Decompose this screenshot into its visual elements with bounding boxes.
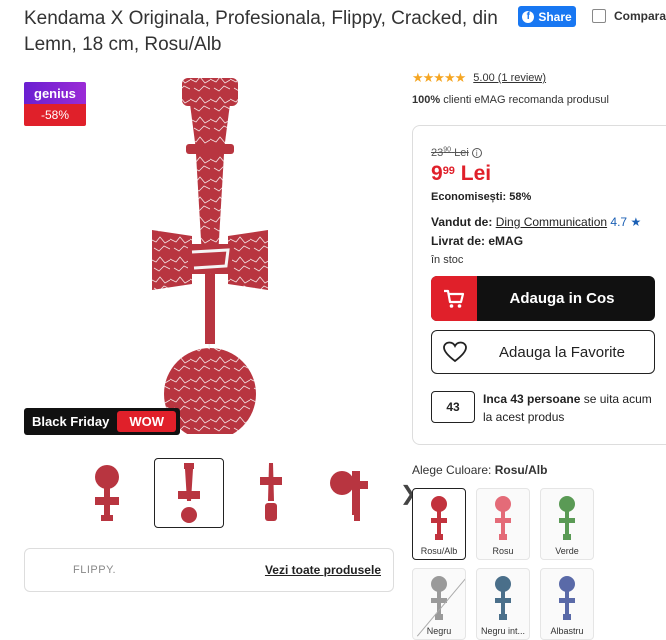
stock-status: în stoc — [431, 254, 464, 266]
reviews-link[interactable]: 5.00 (1 review) — [473, 72, 546, 84]
color-swatches: Rosu/Alb Rosu Verde Negru Negru int... A… — [412, 488, 594, 640]
recommend-percent: 100% — [412, 94, 441, 106]
old-price-int: 23 — [431, 146, 444, 159]
compare-label: Compara — [614, 9, 666, 23]
savings-text: Economisești: 58% — [431, 191, 532, 203]
swatch-kendama-image — [559, 575, 575, 620]
thumbnail-strip: ❯ — [72, 458, 417, 528]
recommend-text: 100% clienti eMAG recomanda produsul — [412, 94, 609, 106]
swatch-label: Negru — [426, 626, 452, 636]
selected-color: Rosu/Alb — [494, 463, 548, 477]
add-to-cart-button[interactable]: Adauga in Cos — [431, 276, 655, 321]
swatch-kendama-image — [431, 495, 447, 540]
brand-logo: FLIPPY. — [73, 564, 117, 576]
old-price-dec: 90 — [443, 146, 452, 153]
discount-percent: -58% — [24, 104, 86, 126]
cart-icon — [431, 276, 477, 321]
brand-box: FLIPPY. Vezi toate produsele — [24, 548, 394, 592]
sold-by-label: Vandut de: — [431, 215, 493, 229]
heart-icon — [432, 341, 478, 363]
share-label: Share — [538, 9, 572, 24]
swatch-label: Rosu/Alb — [420, 546, 458, 556]
view-all-products-link[interactable]: Vezi toate produsele — [265, 563, 381, 577]
price-currency: Lei — [460, 162, 492, 185]
genius-discount-badge: genius -58% — [24, 82, 86, 126]
color-selector-label: Alege Culoare: Rosu/Alb — [412, 463, 547, 477]
delivered-label: Livrat de: — [431, 234, 486, 248]
swatch-label: Rosu — [492, 546, 514, 556]
compare-toggle[interactable]: Compara — [592, 9, 666, 23]
swatch-label: Albastru — [550, 626, 584, 636]
genius-logo: genius — [24, 82, 86, 104]
thumbnail-kendama-image — [260, 463, 282, 521]
thumbnail-3[interactable] — [236, 458, 306, 528]
black-friday-badge: Black Friday WOW — [24, 408, 180, 435]
facebook-icon: f — [522, 10, 535, 23]
seller-rating: 4.7 — [610, 215, 628, 229]
price-int: 9 — [431, 162, 443, 185]
viewers-count-badge: 43 — [431, 391, 475, 423]
seller-name-link[interactable]: Ding Communication — [496, 215, 607, 229]
rating-row: ★★★★★ 5.00 (1 review) — [412, 70, 546, 86]
color-option-negru-int[interactable]: Negru int... — [476, 568, 530, 640]
black-friday-label: Black Friday — [32, 414, 110, 429]
add-to-cart-label: Adauga in Cos — [509, 290, 615, 307]
color-option-verde[interactable]: Verde — [540, 488, 594, 560]
compare-checkbox[interactable] — [592, 9, 606, 23]
thumbnail-kendama-image — [330, 471, 368, 521]
thumbnail-2[interactable] — [154, 458, 224, 528]
color-option-rosu-alb[interactable]: Rosu/Alb — [412, 488, 466, 560]
main-product-image[interactable] — [130, 74, 300, 434]
info-icon[interactable]: i — [471, 147, 482, 158]
add-to-favorites-label: Adauga la Favorite — [499, 343, 625, 361]
thumbnail-4[interactable] — [318, 458, 388, 528]
recommend-label: clienti eMAG recomanda produsul — [440, 94, 609, 106]
color-option-albastru[interactable]: Albastru — [540, 568, 594, 640]
current-price: 999 Lei — [431, 162, 491, 186]
viewers-text: Inca 43 persoane se uita acum la acest p… — [483, 390, 653, 426]
viewers-bold: Inca 43 persoane — [483, 392, 581, 406]
swatch-label: Negru int... — [480, 626, 526, 636]
color-option-negru[interactable]: Negru — [412, 568, 466, 640]
thumbnail-1[interactable] — [72, 458, 142, 528]
delivered-by: Livrat de: eMAG — [431, 234, 523, 248]
facebook-share-button[interactable]: f Share — [518, 6, 576, 27]
delivered-by-name: eMAG — [488, 234, 524, 248]
swatch-kendama-image — [559, 495, 575, 540]
old-price: 2390 Lei i — [431, 146, 482, 159]
price-box: 2390 Lei i 999 Lei Economisești: 58% Vand… — [412, 125, 666, 445]
swatch-label: Verde — [555, 546, 579, 556]
product-title: Kendama X Originala, Profesionala, Flipp… — [24, 8, 498, 55]
star-rating-icon: ★★★★★ — [412, 70, 466, 85]
swatch-kendama-image — [495, 495, 511, 540]
color-label-text: Alege Culoare: — [412, 463, 492, 477]
price-dec: 99 — [442, 165, 455, 177]
thumbnail-kendama-image — [178, 463, 200, 523]
old-price-currency: Lei — [454, 146, 469, 159]
add-to-favorites-button[interactable]: Adauga la Favorite — [431, 330, 655, 374]
swatch-kendama-image — [495, 575, 511, 620]
thumbnail-kendama-image — [95, 465, 119, 521]
color-option-rosu[interactable]: Rosu — [476, 488, 530, 560]
seller-info: Vandut de: Ding Communication 4.7 ★ — [431, 215, 641, 229]
star-icon: ★ — [630, 215, 642, 229]
wow-label: WOW — [117, 411, 176, 432]
